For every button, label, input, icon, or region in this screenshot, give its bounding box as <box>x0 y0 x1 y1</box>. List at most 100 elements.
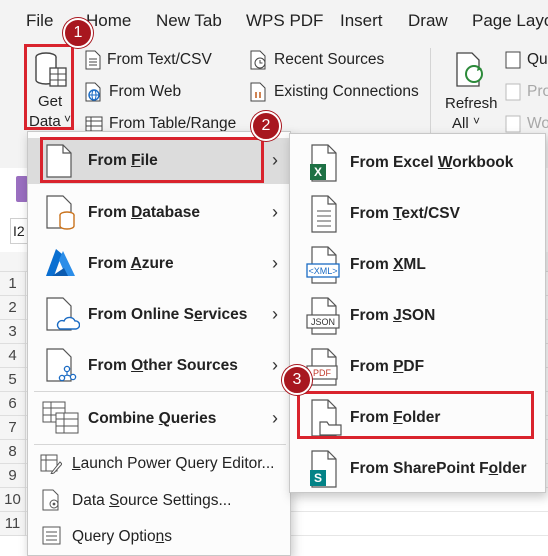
menu-item-combine-queries[interactable]: Combine Queries › <box>28 395 290 441</box>
from-database-label: From Database <box>88 204 200 221</box>
callout-box-get-data <box>24 44 74 130</box>
row-header[interactable]: 11 <box>0 512 26 536</box>
azure-icon <box>44 248 76 278</box>
menu-item-from-json[interactable]: JSON From JSON <box>290 291 545 339</box>
workbook-links-icon <box>505 115 521 133</box>
from-excel-workbook-label: From Excel Workbook <box>350 154 514 171</box>
menu-item-from-xml[interactable]: <XML> From XML <box>290 240 545 288</box>
row-header[interactable]: 10 <box>0 488 26 512</box>
chevron-right-icon: › <box>272 150 278 170</box>
json-file-icon: JSON <box>306 297 340 335</box>
tab-home[interactable]: Home <box>86 11 131 31</box>
menu-item-from-pdf[interactable]: PDF From PDF <box>290 342 545 390</box>
row-header[interactable]: 7 <box>0 416 26 440</box>
row-header[interactable]: 9 <box>0 464 26 488</box>
row-header[interactable]: 5 <box>0 368 26 392</box>
data-source-settings-icon <box>42 489 62 511</box>
get-data-menu: From File › From Database › From Azure ›… <box>27 131 291 556</box>
from-online-services-label: From Online Services <box>88 306 248 323</box>
from-azure-label: From Azure <box>88 255 174 272</box>
query-options-label: Query Options <box>72 528 172 545</box>
step-badge-3: 3 <box>282 365 312 395</box>
ribbon-group-divider <box>430 48 431 134</box>
from-sharepoint-folder-label: From SharePoint Folder <box>350 460 527 477</box>
tab-insert[interactable]: Insert <box>340 11 383 31</box>
properties-label: Pro <box>527 83 548 100</box>
from-file-submenu: X From Excel Workbook From Text/CSV <XML… <box>289 133 546 493</box>
data-source-settings-label: Data Source Settings... <box>72 492 232 509</box>
connections-icon <box>250 82 268 102</box>
menu-item-launch-power-query-editor[interactable]: Launch Power Query Editor... <box>28 448 290 480</box>
xml-badge-text: <XML> <box>308 266 337 276</box>
from-web-button[interactable]: From Web <box>85 80 181 104</box>
menu-item-from-other-sources[interactable]: From Other Sources › <box>28 342 290 388</box>
row-header[interactable]: 4 <box>0 344 26 368</box>
callout-box-from-file <box>40 137 264 183</box>
chevron-down-icon: ˅ <box>473 114 481 128</box>
tab-draw[interactable]: Draw <box>408 11 448 31</box>
queries-icon <box>505 51 521 69</box>
from-web-label: From Web <box>109 83 182 100</box>
sharepoint-icon: S <box>308 450 338 488</box>
chevron-right-icon: › <box>272 408 278 428</box>
combine-tables-icon <box>42 401 80 435</box>
queries-label: Qu <box>527 51 548 68</box>
existing-connections-button[interactable]: Existing Connections <box>250 80 419 104</box>
refresh-all-label-line2: All <box>452 115 469 132</box>
refresh-all-button[interactable]: Refresh All ˅ <box>440 44 500 136</box>
query-options-icon <box>42 526 62 546</box>
from-pdf-label: From PDF <box>350 358 425 375</box>
from-json-label: From JSON <box>350 307 436 324</box>
row-header[interactable]: 1 <box>0 272 26 296</box>
queries-connections-button[interactable]: Qu <box>505 48 548 72</box>
name-box-text: I2 <box>13 223 25 239</box>
workbook-links-label: Wo <box>527 115 548 132</box>
chevron-right-icon: › <box>272 304 278 324</box>
chevron-right-icon: › <box>272 202 278 222</box>
combine-queries-label: Combine Queries <box>88 410 217 427</box>
text-csv-file-icon <box>308 195 338 233</box>
text-file-icon <box>85 50 101 70</box>
menu-item-from-azure[interactable]: From Azure › <box>28 240 290 286</box>
menu-item-from-excel-workbook[interactable]: X From Excel Workbook <box>290 138 545 186</box>
name-box[interactable]: I2 <box>10 218 28 244</box>
menu-item-from-text-csv[interactable]: From Text/CSV <box>290 189 545 237</box>
table-icon <box>85 116 103 132</box>
menu-item-from-online-services[interactable]: From Online Services › <box>28 291 290 337</box>
row-header[interactable]: 2 <box>0 296 26 320</box>
properties-button[interactable]: Pro <box>505 80 548 104</box>
row-header[interactable]: 8 <box>0 440 26 464</box>
tab-new-tab[interactable]: New Tab <box>156 11 222 31</box>
from-other-sources-label: From Other Sources <box>88 357 238 374</box>
web-globe-icon <box>85 82 103 102</box>
step-badge-2: 2 <box>251 111 281 141</box>
chevron-right-icon: › <box>272 355 278 375</box>
menu-item-from-sharepoint-folder[interactable]: S From SharePoint Folder <box>290 444 545 492</box>
tab-wps-pdf[interactable]: WPS PDF <box>246 11 323 31</box>
step-badge-1: 1 <box>63 18 93 48</box>
svg-text:S: S <box>314 471 322 485</box>
menu-divider <box>34 391 286 392</box>
database-icon <box>46 195 76 231</box>
pdf-badge-text: PDF <box>313 368 332 378</box>
row-header[interactable]: 3 <box>0 320 26 344</box>
menu-item-query-options[interactable]: Query Options <box>28 521 290 553</box>
properties-icon <box>505 83 521 101</box>
tab-file[interactable]: File <box>26 11 53 31</box>
svg-text:X: X <box>314 165 322 179</box>
excel-workbook-icon: X <box>308 144 338 182</box>
recent-clock-icon <box>250 50 268 70</box>
chevron-right-icon: › <box>272 253 278 273</box>
power-query-editor-icon <box>40 452 62 474</box>
existing-connections-label: Existing Connections <box>274 83 419 100</box>
row-header[interactable]: 6 <box>0 392 26 416</box>
from-text-csv-label: From Text/CSV <box>107 51 212 68</box>
recent-sources-button[interactable]: Recent Sources <box>250 48 384 72</box>
menu-divider <box>34 444 286 445</box>
refresh-all-label-line1: Refresh <box>445 95 498 112</box>
tab-page-layout[interactable]: Page Layo <box>472 11 548 31</box>
menu-item-data-source-settings[interactable]: Data Source Settings... <box>28 485 290 517</box>
menu-item-from-database[interactable]: From Database › <box>28 189 290 235</box>
cloud-file-icon <box>46 297 80 333</box>
from-text-csv-button[interactable]: From Text/CSV <box>85 48 212 72</box>
